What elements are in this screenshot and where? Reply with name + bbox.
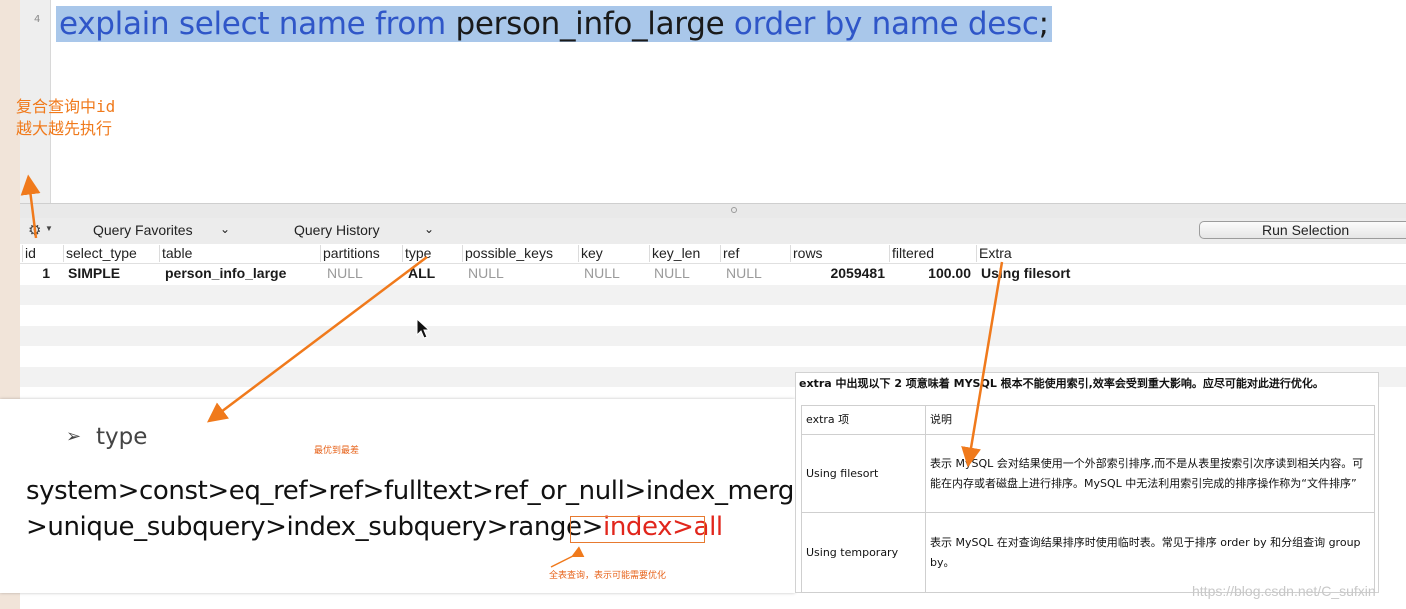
line-number: 4	[34, 14, 41, 25]
cell-rows[interactable]: 2059481	[830, 265, 885, 282]
column-header-extra[interactable]: Extra	[976, 245, 1012, 262]
column-header-id[interactable]: id	[22, 245, 36, 262]
chevron-down-icon[interactable]: ⌄	[424, 222, 434, 236]
cell-extra[interactable]: Using filesort	[981, 265, 1070, 282]
results-header	[20, 244, 1406, 264]
extra-heading: extra 中出现以下 2 项意味着 MYSQL 根本不能使用索引,效率会受到重…	[799, 377, 1324, 390]
type-order-line-1: system>const>eq_ref>ref>fulltext>ref_or_…	[26, 476, 810, 506]
index-all-highlight-box	[570, 516, 705, 543]
column-header-rows[interactable]: rows	[790, 245, 823, 262]
cell-partitions[interactable]: NULL	[327, 265, 363, 282]
extra-item: Using filesort	[801, 434, 926, 513]
column-header-select-type[interactable]: select_type	[63, 245, 137, 262]
sql-keyword: order by name desc	[724, 6, 1039, 42]
sql-keyword: explain select name from	[59, 6, 456, 42]
gear-icon[interactable]: ⚙	[28, 221, 41, 239]
best-to-worst-note: 最优到最差	[314, 446, 360, 456]
sql-statement[interactable]: explain select name from person_info_lar…	[56, 6, 1052, 42]
splitter-handle[interactable]	[731, 207, 737, 213]
column-header-type[interactable]: type	[402, 245, 431, 262]
column-header-key-len[interactable]: key_len	[649, 245, 700, 262]
column-header-table[interactable]: table	[159, 245, 192, 262]
empty-row	[20, 285, 1406, 305]
extra-desc: 表示 MySQL 会对结果使用一个外部索引排序,而不是从表里按索引次序读到相关内…	[925, 434, 1375, 513]
cell-select-type[interactable]: SIMPLE	[68, 265, 120, 282]
cell-id[interactable]: 1	[42, 265, 50, 282]
annotation-line-2: 越大越先执行	[16, 119, 113, 138]
sql-identifier: person_info_large	[455, 6, 725, 42]
extra-table: extra 项 说明 Using filesort 表示 MySQL 会对结果使…	[801, 405, 1375, 593]
column-header-filtered[interactable]: filtered	[889, 245, 934, 262]
type-order-prefix: >unique_subquery>index_subquery>range>	[26, 512, 603, 542]
mouse-cursor-icon	[416, 318, 430, 339]
annotation-line-1: 复合查询中id	[16, 97, 116, 116]
extra-desc: 表示 MySQL 在对查询结果排序时使用临时表。常见于排序 order by 和…	[925, 512, 1375, 593]
query-history-button[interactable]: Query History	[294, 222, 380, 238]
watermark-url: https://blog.csdn.net/C_sufxin	[1192, 583, 1376, 599]
sql-identifier: ;	[1038, 6, 1049, 42]
run-selection-label[interactable]: Run Selection	[1262, 222, 1349, 238]
cell-key-len[interactable]: NULL	[654, 265, 690, 282]
extra-col-desc-header: 说明	[925, 405, 1375, 435]
column-header-ref[interactable]: ref	[720, 245, 739, 262]
chevron-down-icon[interactable]: ▼	[45, 224, 53, 233]
column-header-partitions[interactable]: partitions	[320, 245, 380, 262]
pane-splitter[interactable]	[20, 203, 1406, 219]
extra-col-item-header: extra 项	[801, 405, 926, 435]
chevron-down-icon[interactable]: ⌄	[220, 222, 230, 236]
column-header-possible-keys[interactable]: possible_keys	[462, 245, 553, 262]
empty-row	[20, 326, 1406, 346]
query-favorites-button[interactable]: Query Favorites	[93, 222, 193, 238]
cell-key[interactable]: NULL	[584, 265, 620, 282]
cell-possible-keys[interactable]: NULL	[468, 265, 504, 282]
cell-type[interactable]: ALL	[408, 265, 435, 282]
extra-item: Using temporary	[801, 512, 926, 593]
cell-table[interactable]: person_info_large	[165, 265, 286, 282]
cell-ref[interactable]: NULL	[726, 265, 762, 282]
annotation-id-order: 复合查询中id 越大越先执行	[16, 96, 115, 140]
bullet-icon: ➢	[66, 426, 82, 446]
cell-filtered[interactable]: 100.00	[928, 265, 971, 282]
full-table-scan-note: 全表查询，表示可能需要优化	[549, 571, 667, 581]
column-header-key[interactable]: key	[578, 245, 603, 262]
type-heading: type	[96, 424, 148, 450]
